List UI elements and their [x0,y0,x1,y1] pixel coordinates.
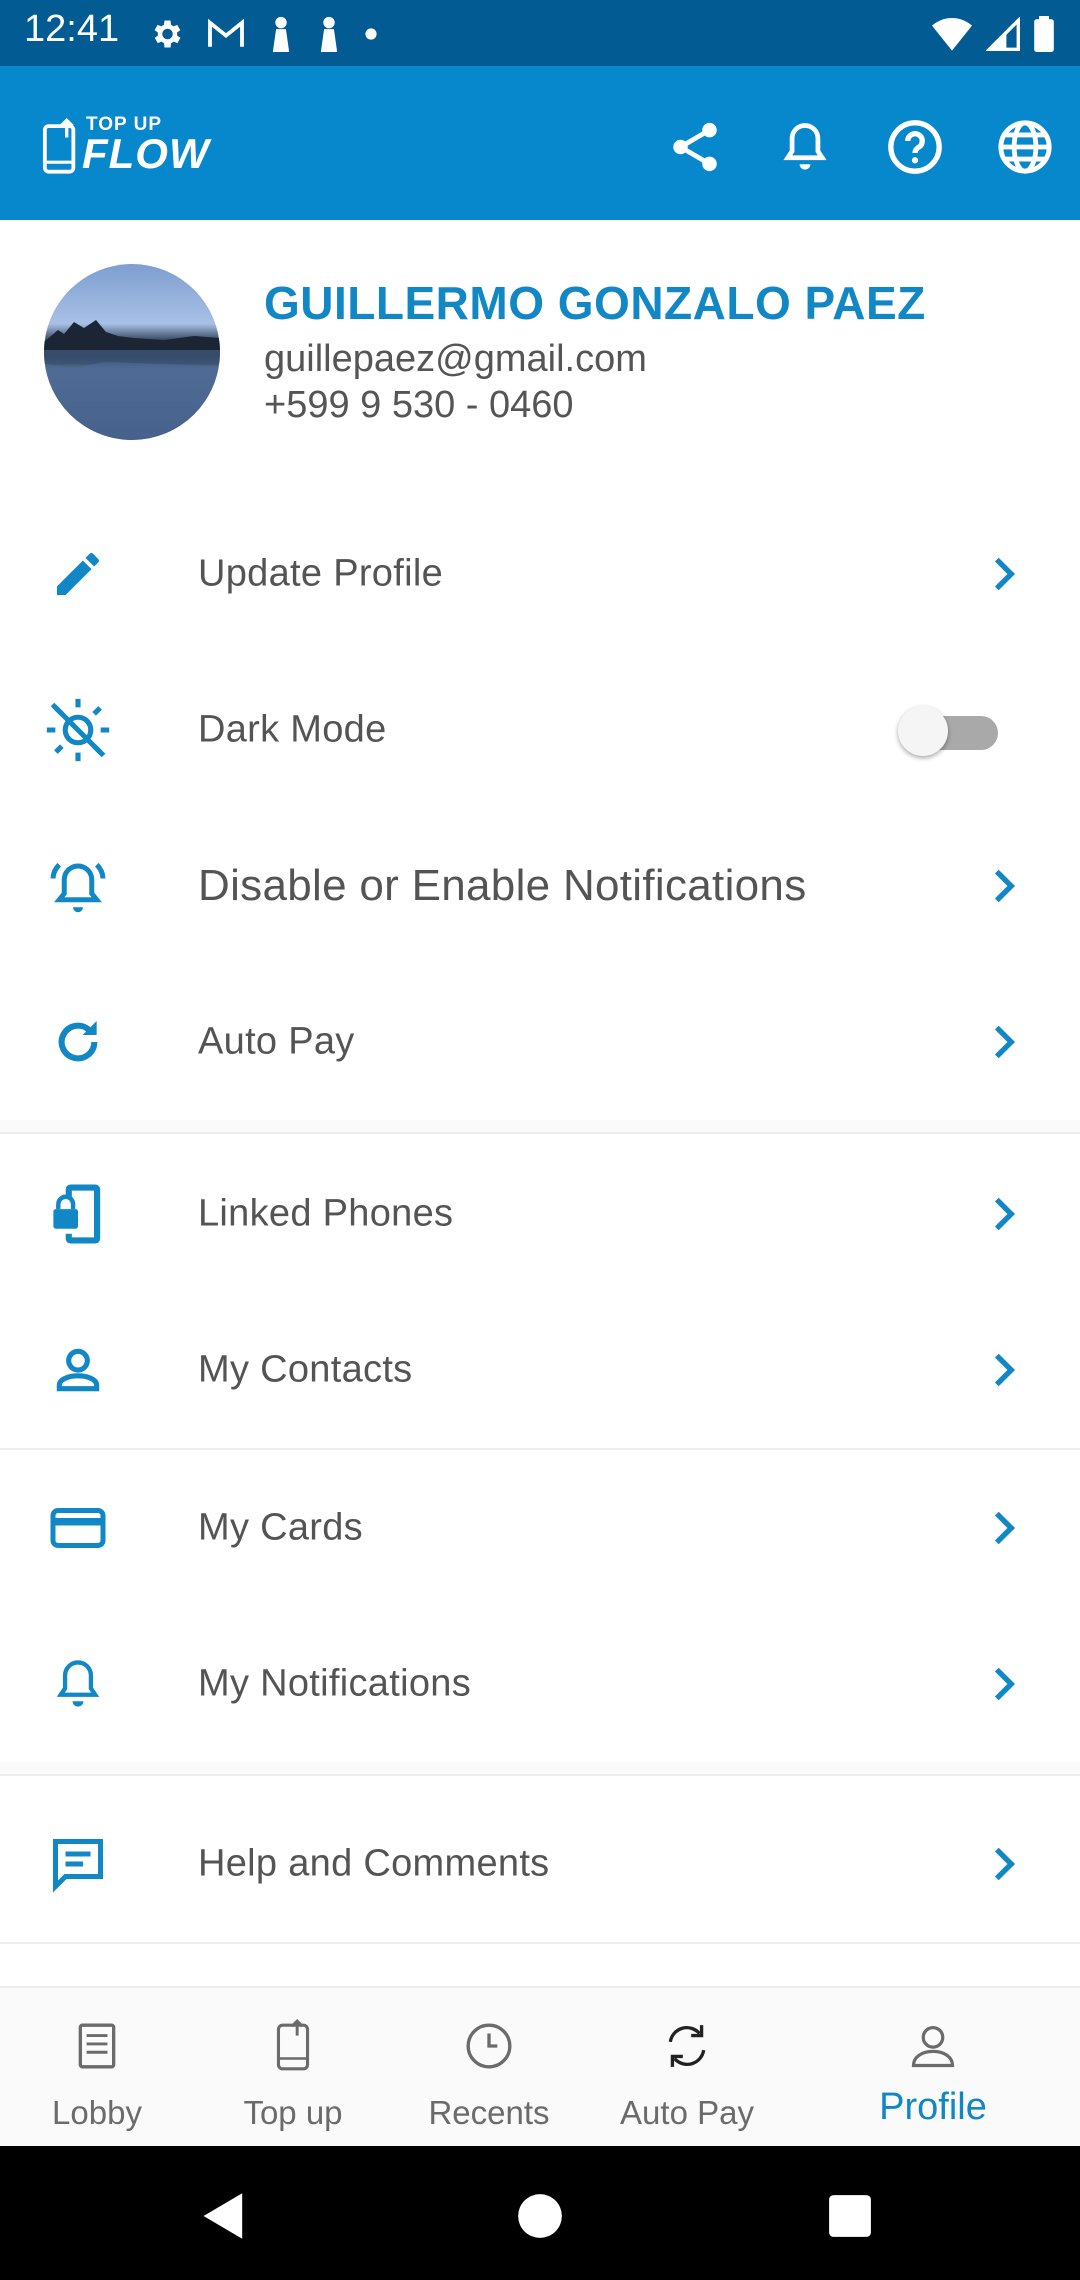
menu-item-label: Update Profile [198,552,444,595]
gmail-icon [208,18,244,47]
bell-icon [42,1648,114,1720]
avatar[interactable] [44,264,220,440]
nav-profile[interactable]: Profile [838,1988,1028,2148]
profile-phone: +599 9 530 - 0460 [264,384,574,426]
phone-logo-icon [42,118,76,174]
menu-item-label: Linked Phones [198,1192,454,1235]
chevron-right-icon [984,1844,1024,1884]
system-navigation-bar [0,2146,1080,2280]
dot-icon [365,28,377,40]
menu-item-label: My Cards [198,1506,363,1549]
menu-item-notification-settings[interactable]: Disable or Enable Notifications [0,808,1080,966]
menu-item-label: Auto Pay [198,1020,355,1063]
bell-icon [783,123,827,170]
clock-icon [461,2018,517,2074]
chevron-right-icon [984,1508,1024,1548]
help-button[interactable] [882,114,948,180]
nav-label: Lobby [52,2094,142,2131]
bottom-navigation: Lobby Top up Recents Auto Pay Profile [0,1986,1080,2148]
profile-email: guillepaez@gmail.com [264,338,647,380]
back-icon [203,2193,243,2239]
brightness-off-icon [42,694,114,766]
chevron-right-icon [984,1194,1024,1234]
recents-button[interactable] [820,2186,880,2246]
status-time: 12:41 [24,8,120,50]
credit-card-icon [42,1492,114,1564]
back-button[interactable] [194,2186,254,2246]
language-button[interactable] [992,114,1058,180]
app-logo: TOP UP FLOW [42,114,222,184]
status-icons-left [148,12,378,56]
status-icons-right [932,12,1054,56]
nav-label: Profile [879,2086,987,2128]
wifi-icon [932,18,972,51]
comment-icon [42,1828,114,1900]
nav-label: Auto Pay [620,2094,754,2131]
menu-item-auto-pay[interactable]: Auto Pay [0,964,1080,1122]
chevron-right-icon [984,1022,1024,1062]
menu-item-linked-phones[interactable]: Linked Phones [0,1136,1080,1294]
menu-item-label: Disable or Enable Notifications [198,861,807,910]
menu-item-my-contacts[interactable]: My Contacts [0,1292,1080,1450]
section-divider [0,1762,1080,1776]
gear-icon [154,20,181,48]
menu-item-my-notifications[interactable]: My Notifications [0,1606,1080,1764]
person-icon [42,1334,114,1406]
notification-ring-icon [42,850,114,922]
nav-recents[interactable]: Recents [394,1988,584,2148]
nav-top-up[interactable]: Top up [198,1988,388,2148]
notification-icon [272,16,290,52]
menu-item-label: My Contacts [198,1348,413,1391]
globe-icon [998,120,1052,174]
person-outline-icon [905,2018,961,2074]
app-bar: TOP UP FLOW [0,66,1080,220]
help-icon [888,120,942,174]
nav-auto-pay[interactable]: Auto Pay [592,1988,782,2148]
chevron-right-icon [984,866,1024,906]
pencil-icon [42,538,114,610]
menu-item-dark-mode: Dark Mode [0,652,1080,810]
avatar-photo [44,320,220,440]
notification-icon [320,16,338,52]
menu-item-help-comments[interactable]: Help and Comments [0,1786,1080,1944]
receipt-icon [69,2018,125,2074]
refresh-icon [42,1006,114,1078]
nav-label: Top up [243,2094,343,2131]
dark-mode-toggle[interactable] [898,702,1002,758]
notifications-button[interactable] [772,114,838,180]
toggle-thumb [898,706,948,756]
battery-icon [1034,16,1054,52]
nav-lobby[interactable]: Lobby [2,1988,192,2148]
signal-icon [986,17,1020,51]
chevron-right-icon [984,554,1024,594]
menu-item-my-cards[interactable]: My Cards [0,1450,1080,1608]
menu-item-label: Dark Mode [198,708,387,751]
home-button[interactable] [510,2186,570,2246]
profile-header: GUILLERMO GONZALO PAEZ guillepaez@gmail.… [0,220,1080,498]
share-button[interactable] [662,114,728,180]
menu-item-label: My Notifications [198,1662,471,1705]
chevron-right-icon [984,1664,1024,1704]
share-icon [673,122,717,172]
logo-main-text: FLOW [82,130,210,177]
profile-name: GUILLERMO GONZALO PAEZ [264,277,926,329]
nav-label: Recents [428,2094,550,2131]
menu-item-label: Help and Comments [198,1842,550,1885]
overview-icon [829,2195,871,2237]
phone-upload-icon [265,2018,321,2074]
menu-item-update-profile[interactable]: Update Profile [0,496,1080,654]
app-bar-actions [662,114,1058,180]
section-divider [0,1120,1080,1134]
chevron-right-icon [984,1350,1024,1390]
status-bar: 12:41 [0,0,1080,66]
home-icon [518,2194,562,2238]
sync-icon [659,2018,715,2074]
phone-lock-icon [42,1178,114,1250]
